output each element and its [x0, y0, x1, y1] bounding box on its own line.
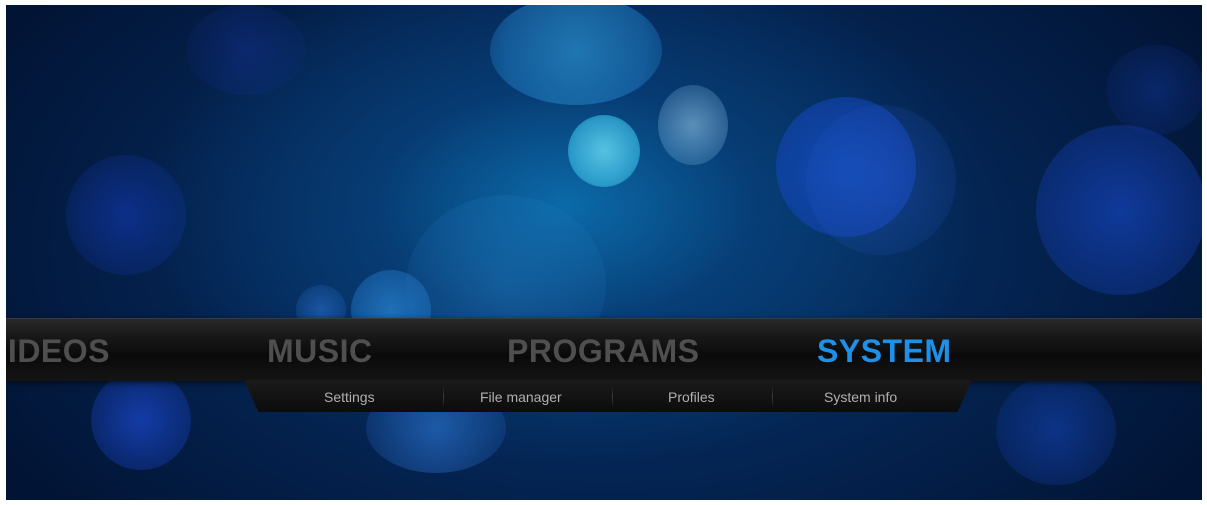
menu-item-programs[interactable]: PROGRAMS: [507, 333, 699, 369]
bokeh-light: [186, 5, 306, 95]
system-submenu: Settings File manager Profiles System in…: [244, 380, 972, 412]
submenu-item-settings[interactable]: Settings: [324, 389, 375, 405]
submenu-divider: [772, 386, 773, 408]
home-screen: VIDEOS MUSIC PROGRAMS SYSTEM Settings Fi…: [6, 5, 1202, 500]
menu-item-videos[interactable]: VIDEOS: [10, 333, 110, 369]
menu-item-system[interactable]: SYSTEM: [817, 333, 952, 369]
bokeh-light: [806, 105, 956, 255]
bokeh-light: [66, 155, 186, 275]
submenu-item-system-info[interactable]: System info: [824, 389, 897, 405]
submenu-divider: [612, 386, 613, 408]
menu-item-label: VIDEOS: [10, 333, 110, 369]
main-menu-bar: VIDEOS MUSIC PROGRAMS SYSTEM: [6, 318, 1202, 381]
bokeh-light: [1106, 45, 1202, 135]
bokeh-light: [568, 115, 640, 187]
submenu-item-file-manager[interactable]: File manager: [480, 389, 562, 405]
bokeh-light: [1036, 125, 1202, 295]
bokeh-light: [91, 370, 191, 470]
bokeh-light: [490, 5, 662, 105]
bokeh-light: [658, 85, 728, 165]
submenu-item-profiles[interactable]: Profiles: [668, 389, 715, 405]
bokeh-light: [996, 375, 1116, 485]
submenu-divider: [443, 386, 444, 408]
menu-item-music[interactable]: MUSIC: [267, 333, 373, 369]
